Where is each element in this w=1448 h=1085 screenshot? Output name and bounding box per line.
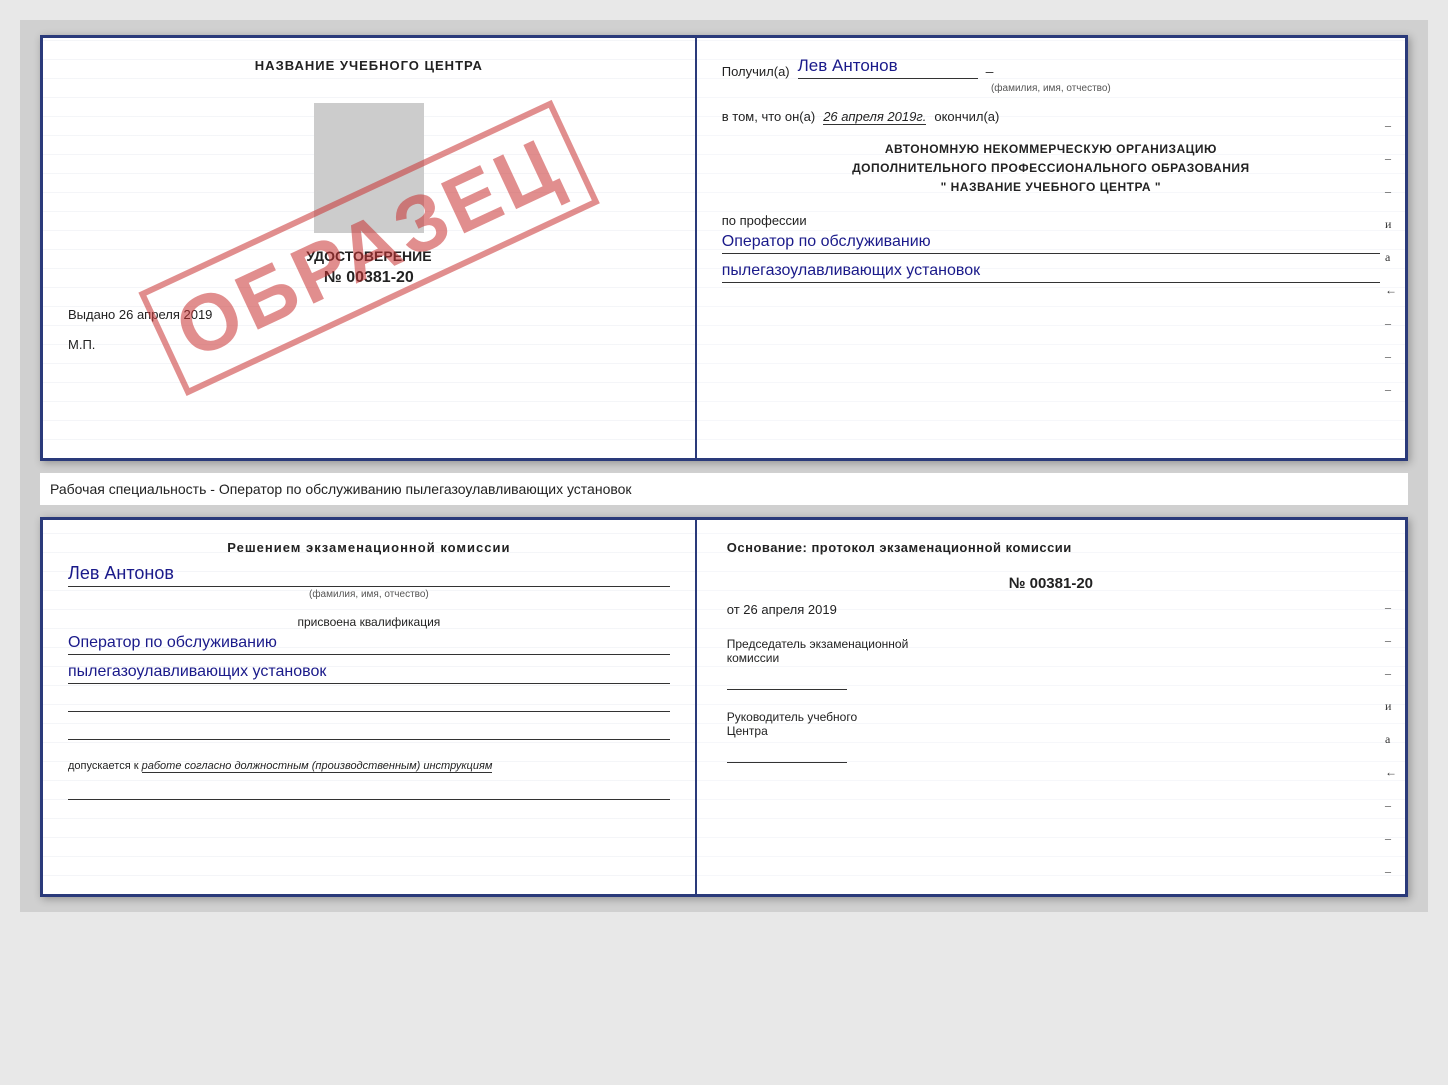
certificate-top: НАЗВАНИЕ УЧЕБНОГО ЦЕНТРА УДОСТОВЕРЕНИЕ №… [40,35,1408,461]
cert-right: Получил(а) Лев Антонов – (фамилия, имя, … [697,38,1405,458]
vydano-date: 26 апреля 2019 [119,307,213,322]
cert-left: НАЗВАНИЕ УЧЕБНОГО ЦЕНТРА УДОСТОВЕРЕНИЕ №… [43,38,697,458]
ot-date-value: 26 апреля 2019 [743,602,837,617]
sig-line-3 [68,780,670,800]
recipient-name-top: Лев Антонов [798,56,978,79]
dash-r3: – [1385,184,1397,199]
dopuskaetsya-prefix: допускается к [68,760,139,772]
org-block: АВТОНОМНУЮ НЕКОММЕРЧЕСКУЮ ОРГАНИЗАЦИЮ ДО… [722,140,1380,198]
okonchil-label: окончил(а) [934,109,999,124]
cert-number-top: № 00381-20 [68,269,670,287]
udostoverenie-label: УДОСТОВЕРЕНИЕ [68,248,670,264]
bchar-i: и [1385,699,1397,714]
predsedatel-line2: комиссии [727,651,1375,665]
org-quote-open: " [941,180,947,194]
dash-r2: – [1385,151,1397,166]
bchar-arrow: ← [1385,765,1397,780]
dopuskaetsya-italic: работе согласно должностным (производств… [142,760,493,773]
org-quote-close: " [1155,180,1161,194]
dash-r4: – [1385,316,1397,331]
bchar-a: а [1385,732,1397,747]
dash-r1: – [1385,118,1397,133]
poluchil-label: Получил(а) [722,64,790,79]
predsedatel-sig-line [727,670,847,690]
page-container: НАЗВАНИЕ УЧЕБНОГО ЦЕНТРА УДОСТОВЕРЕНИЕ №… [20,20,1428,912]
vtom-date: 26 апреля 2019г. [823,109,926,125]
bottom-left: Решением экзаменационной комиссии Лев Ан… [43,520,697,894]
rukovoditel-line1: Руководитель учебного [727,710,1375,724]
org-line2: ДОПОЛНИТЕЛЬНОГО ПРОФЕССИОНАЛЬНОГО ОБРАЗО… [722,159,1380,178]
school-title-left: НАЗВАНИЕ УЧЕБНОГО ЦЕНТРА [68,58,670,73]
predsedatel-line1: Председатель экзаменационной [727,637,1375,651]
po-professii-label: по профессии [722,213,1380,228]
vtom-line: в том, что он(а) 26 апреля 2019г. окончи… [722,109,1380,125]
osnovanie-text: Основание: протокол экзаменационной коми… [727,540,1375,555]
protocol-number: № 00381-20 [727,575,1375,592]
predsedatel-block: Председатель экзаменационной комиссии [727,637,1375,690]
rukovoditel-block: Руководитель учебного Центра [727,710,1375,763]
dash-r5: – [1385,349,1397,364]
side-dashes-right-bottom: – – – и а ← – – – [1385,600,1397,879]
fio-subtitle-bottom: (фамилия, имя, отчество) [68,589,670,600]
recipient-name-bottom: Лев Антонов [68,563,670,587]
bdash-r6: – [1385,864,1397,879]
org-line1: АВТОНОМНУЮ НЕКОММЕРЧЕСКУЮ ОРГАНИЗАЦИЮ [722,140,1380,159]
resheniem-text: Решением экзаменационной комиссии [68,540,670,555]
vydano-line: Выдано 26 апреля 2019 [68,307,670,322]
kvalif-line2: пылегазоулавливающих установок [68,663,670,684]
dopuskaetsya-text: допускается к работе согласно должностны… [68,760,670,772]
rukovoditel-line2: Центра [727,724,1375,738]
bdash-r3: – [1385,666,1397,681]
sig-line-1 [68,692,670,712]
profession-line1-top: Оператор по обслуживанию [722,233,1380,254]
dash-r6: – [1385,382,1397,397]
photo-placeholder [314,103,424,233]
bdash-r1: – [1385,600,1397,615]
poluchil-line: Получил(а) Лев Антонов – [722,56,1380,79]
certificate-bottom: Решением экзаменационной комиссии Лев Ан… [40,517,1408,897]
org-line3: " НАЗВАНИЕ УЧЕБНОГО ЦЕНТРА " [722,178,1380,197]
char-arrow: ← [1385,283,1397,298]
kvalif-line1: Оператор по обслуживанию [68,634,670,655]
prisvoena-text: присвоена квалификация [68,615,670,629]
dash1: – [986,63,994,79]
fio-subtitle-top: (фамилия, имя, отчество) [722,83,1380,94]
bdash-r4: – [1385,798,1397,813]
profession-line2-top: пылегазоулавливающих установок [722,262,1380,283]
ot-prefix: от [727,602,740,617]
char-a: а [1385,250,1397,265]
rukovoditel-sig-line [727,743,847,763]
vydano-label: Выдано [68,307,115,322]
bottom-right: Основание: протокол экзаменационной коми… [697,520,1405,894]
middle-text: Рабочая специальность - Оператор по обсл… [40,473,1408,505]
char-i: и [1385,217,1397,232]
org-name: НАЗВАНИЕ УЧЕБНОГО ЦЕНТРА [951,180,1151,194]
ot-date-block: от 26 апреля 2019 [727,602,1375,617]
mp-label: М.П. [68,337,670,352]
bdash-r2: – [1385,633,1397,648]
bdash-r5: – [1385,831,1397,846]
sig-line-2 [68,720,670,740]
side-dashes-right-top: – – – и а ← – – – [1385,118,1397,397]
vtom-prefix: в том, что он(а) [722,109,815,124]
